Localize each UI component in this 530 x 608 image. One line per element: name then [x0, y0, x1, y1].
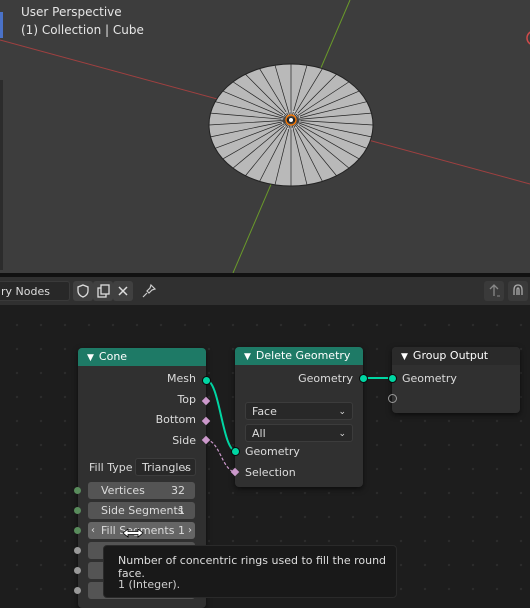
- link-mesh-geometry: [205, 379, 237, 452]
- chevron-down-icon[interactable]: ▼: [401, 348, 408, 366]
- link-side-selection: [205, 439, 237, 473]
- tooltip-type-info: 1 (Integer).: [118, 578, 181, 591]
- duplicate-icon[interactable]: [93, 281, 113, 301]
- side-segments-value: 1: [178, 504, 185, 517]
- group-output-empty-socket[interactable]: [388, 394, 397, 403]
- fill-type-dropdown[interactable]: Triangles ⌄: [135, 458, 196, 476]
- side-segments-label: Side Segments: [101, 504, 184, 517]
- chevron-down-icon[interactable]: ▼: [244, 348, 251, 366]
- node-title: Group Output: [412, 349, 489, 362]
- group-output-geometry-socket[interactable]: [388, 374, 397, 383]
- node-title: Delete Geometry: [255, 349, 351, 362]
- output-mesh-label: Mesh: [167, 372, 196, 385]
- mode-value: All: [252, 427, 266, 440]
- arrow-up-icon[interactable]: [484, 281, 504, 301]
- magnet-icon[interactable]: [508, 281, 528, 301]
- domain-dropdown[interactable]: Face ⌄: [245, 402, 353, 420]
- vertices-value: 32: [171, 484, 185, 497]
- viewport-scene: [0, 0, 530, 273]
- tooltip-description: Number of concentric rings used to fill …: [118, 554, 387, 580]
- 3d-viewport[interactable]: User Perspective (1) Collection | Cube: [0, 0, 530, 273]
- origin-dot: [289, 118, 293, 122]
- active-tool-indicator: [0, 12, 3, 38]
- node-editor-header: ry Nodes: [0, 277, 530, 305]
- resize-cursor-icon: [122, 525, 144, 539]
- decrement-arrow-icon[interactable]: ‹: [91, 522, 95, 539]
- side-segments-input-socket[interactable]: [74, 507, 81, 514]
- delete-geometry-node-header[interactable]: ▼ Delete Geometry: [235, 347, 363, 365]
- side-segments-field[interactable]: Side Segments 1: [88, 502, 195, 519]
- output-geometry-label: Geometry: [298, 372, 353, 385]
- delete-geometry-node[interactable]: ▼ Delete Geometry Geometry Face ⌄ All ⌄ Geo…: [235, 347, 363, 487]
- vertices-label: Vertices: [101, 484, 145, 497]
- radius-bottom-input-socket[interactable]: [74, 567, 81, 574]
- input-geometry-label: Geometry: [245, 445, 300, 458]
- delete-geometry-output-socket[interactable]: [359, 374, 368, 383]
- vertices-input-socket[interactable]: [74, 487, 81, 494]
- fill-segments-input-socket[interactable]: [74, 527, 81, 534]
- radius-top-input-socket[interactable]: [74, 547, 81, 554]
- view-name: User Perspective: [21, 5, 122, 19]
- chevron-down-icon[interactable]: ▼: [87, 349, 94, 367]
- domain-value: Face: [252, 405, 277, 418]
- input-selection-label: Selection: [245, 466, 296, 479]
- fill-type-label: Fill Type: [89, 461, 133, 474]
- output-side-label: Side: [172, 434, 196, 447]
- chevron-down-icon: ⌄: [338, 429, 346, 439]
- output-bottom-label: Bottom: [155, 413, 196, 426]
- cone-node-header[interactable]: ▼ Cone: [78, 348, 206, 366]
- object-info: (1) Collection | Cube: [21, 23, 144, 37]
- group-output-node-header[interactable]: ▼ Group Output: [392, 347, 520, 365]
- increment-arrow-icon[interactable]: ›: [188, 522, 192, 539]
- pin-icon[interactable]: [139, 281, 159, 301]
- node-tree-name-field[interactable]: ry Nodes: [0, 281, 70, 301]
- fill-segments-value: 1: [178, 524, 185, 537]
- output-top-label: Top: [177, 393, 196, 406]
- mode-dropdown[interactable]: All ⌄: [245, 424, 353, 442]
- group-output-node[interactable]: ▼ Group Output Geometry: [392, 347, 520, 413]
- tooltip: Number of concentric rings used to fill …: [103, 545, 397, 598]
- depth-input-socket[interactable]: [74, 587, 81, 594]
- vertices-field[interactable]: Vertices 32: [88, 482, 195, 499]
- close-icon[interactable]: [113, 281, 133, 301]
- chevron-down-icon: ⌄: [181, 463, 189, 473]
- node-title: Cone: [98, 350, 128, 363]
- input-geometry-label: Geometry: [402, 372, 457, 385]
- delete-geometry-input-socket[interactable]: [231, 447, 240, 456]
- mesh-output-socket[interactable]: [202, 376, 211, 385]
- shield-icon[interactable]: [73, 281, 93, 301]
- chevron-down-icon: ⌄: [338, 407, 346, 417]
